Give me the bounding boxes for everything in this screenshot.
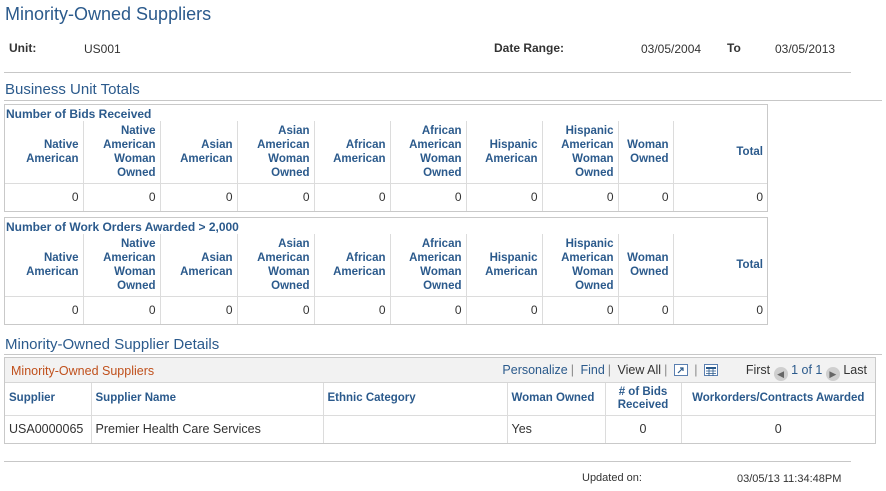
unit-value: US001 [84,42,121,56]
column-header: African American [314,234,391,296]
column-header: Hispanic American [466,121,543,183]
ethnic-category-cell [323,414,508,443]
column-header: African American [314,121,391,183]
date-to-value: 03/05/2013 [775,42,836,56]
column-header: Native American [5,121,84,183]
table-cell: 0 [542,182,619,211]
column-header: Native American Woman Owned [83,234,161,296]
column-header: Native American [5,234,84,296]
divider [4,354,882,355]
grid-title: Minority-Owned Suppliers [11,364,155,378]
column-header[interactable]: Workorders/Contracts Awarded [681,383,875,415]
work-orders-group: Number of Work Orders Awarded > 2,000 Na… [4,217,768,325]
bids-received-group: Number of Bids Received Native American … [4,104,768,212]
zoom-grid-icon[interactable] [673,364,688,376]
supplier-name-cell: Premier Health Care Services [91,414,324,443]
column-header: Hispanic American Woman Owned [542,121,619,183]
column-header: Asian American [160,121,238,183]
unit-label: Unit: [9,41,37,55]
table-cell: 0 [314,295,391,324]
table-cell: 0 [390,295,467,324]
table-cell: 0 [466,295,543,324]
table-cell: 0 [390,182,467,211]
first-link[interactable]: First [746,363,770,377]
supplier-details-heading: Minority-Owned Supplier Details [5,336,220,353]
find-link[interactable]: Find [580,363,604,377]
bids-values-row: 0 0 0 0 0 0 0 0 0 0 [5,182,767,211]
table-cell: 0 [237,182,315,211]
column-header[interactable]: Supplier Name [91,383,324,415]
table-cell: 0 [618,295,674,324]
grid-navigation: Personalize | Find | View All | | First ◀ 1… [502,363,867,381]
previous-arrow-icon[interactable]: ◀ [773,367,788,381]
grid-toolbar: Minority-Owned Suppliers Personalize | Fi… [5,358,875,383]
date-range-label: Date Range: [494,41,565,55]
column-header: Asian American [160,234,238,296]
bids-received-title: Number of Bids Received [6,107,152,121]
work-orders-values-row: 0 0 0 0 0 0 0 0 0 0 [5,295,767,324]
column-header: Asian American Woman Owned [237,234,315,296]
table-row: USA0000065 Premier Health Care Services … [5,414,875,443]
work-orders-title: Number of Work Orders Awarded > 2,000 [6,220,239,234]
table-cell: 0 [160,182,238,211]
awarded-cell: 0 [681,414,875,443]
table-cell: 0 [466,182,543,211]
column-header: Woman Owned [618,121,674,183]
column-header[interactable]: Supplier [5,383,92,415]
download-grid-icon[interactable] [704,364,719,376]
last-link[interactable]: Last [843,363,867,377]
woman-owned-cell: Yes [507,414,606,443]
column-header: Total [736,145,763,158]
suppliers-grid: Minority-Owned Suppliers Personalize | Fi… [4,357,876,444]
table-cell: 0 [542,295,619,324]
column-header: Woman Owned [618,234,674,296]
column-header: African American Woman Owned [390,234,467,296]
work-orders-header-row: Native American Native American Woman Ow… [5,234,767,296]
divider [4,461,851,462]
column-header: Hispanic American Woman Owned [542,234,619,296]
table-cell: 0 [673,182,767,211]
next-arrow-icon[interactable]: ▶ [825,367,840,381]
column-header: Asian American Woman Owned [237,121,315,183]
table-cell: 0 [314,182,391,211]
table-header-row: Supplier Supplier Name Ethnic Category W… [5,383,875,415]
column-header: African American Woman Owned [390,121,467,183]
column-header: Total [736,258,763,271]
divider [4,72,851,73]
column-header[interactable]: # of Bids Received [605,383,682,415]
work-orders-table: Native American Native American Woman Ow… [5,234,767,324]
bids-received-cell: 0 [605,414,682,443]
bids-received-table: Native American Native American Woman Ow… [5,121,767,211]
table-cell: 0 [83,295,161,324]
table-cell: 0 [673,295,767,324]
business-unit-totals-heading: Business Unit Totals [5,81,140,98]
column-header: Hispanic American [466,234,543,296]
view-all-link[interactable]: View All [618,363,662,377]
suppliers-table: Supplier Supplier Name Ethnic Category W… [5,383,875,443]
column-header: Native American Woman Owned [83,121,161,183]
to-label: To [727,41,741,55]
table-cell: 0 [618,182,674,211]
page-title: Minority-Owned Suppliers [5,4,212,24]
table-cell: 0 [160,295,238,324]
table-cell: 0 [237,295,315,324]
supplier-cell: USA0000065 [5,414,92,443]
table-cell: 0 [5,182,84,211]
bids-header-row: Native American Native American Woman Ow… [5,121,767,183]
updated-value: 03/05/13 11:34:48PM [737,473,842,485]
divider [4,100,882,101]
updated-label: Updated on: [582,472,642,484]
table-cell: 0 [5,295,84,324]
column-header[interactable]: Ethnic Category [323,383,508,415]
row-range-label: 1 of 1 [791,363,823,377]
date-from-value: 03/05/2004 [641,42,702,56]
personalize-link[interactable]: Personalize [502,363,567,377]
column-header[interactable]: Woman Owned [507,383,606,415]
table-cell: 0 [83,182,161,211]
